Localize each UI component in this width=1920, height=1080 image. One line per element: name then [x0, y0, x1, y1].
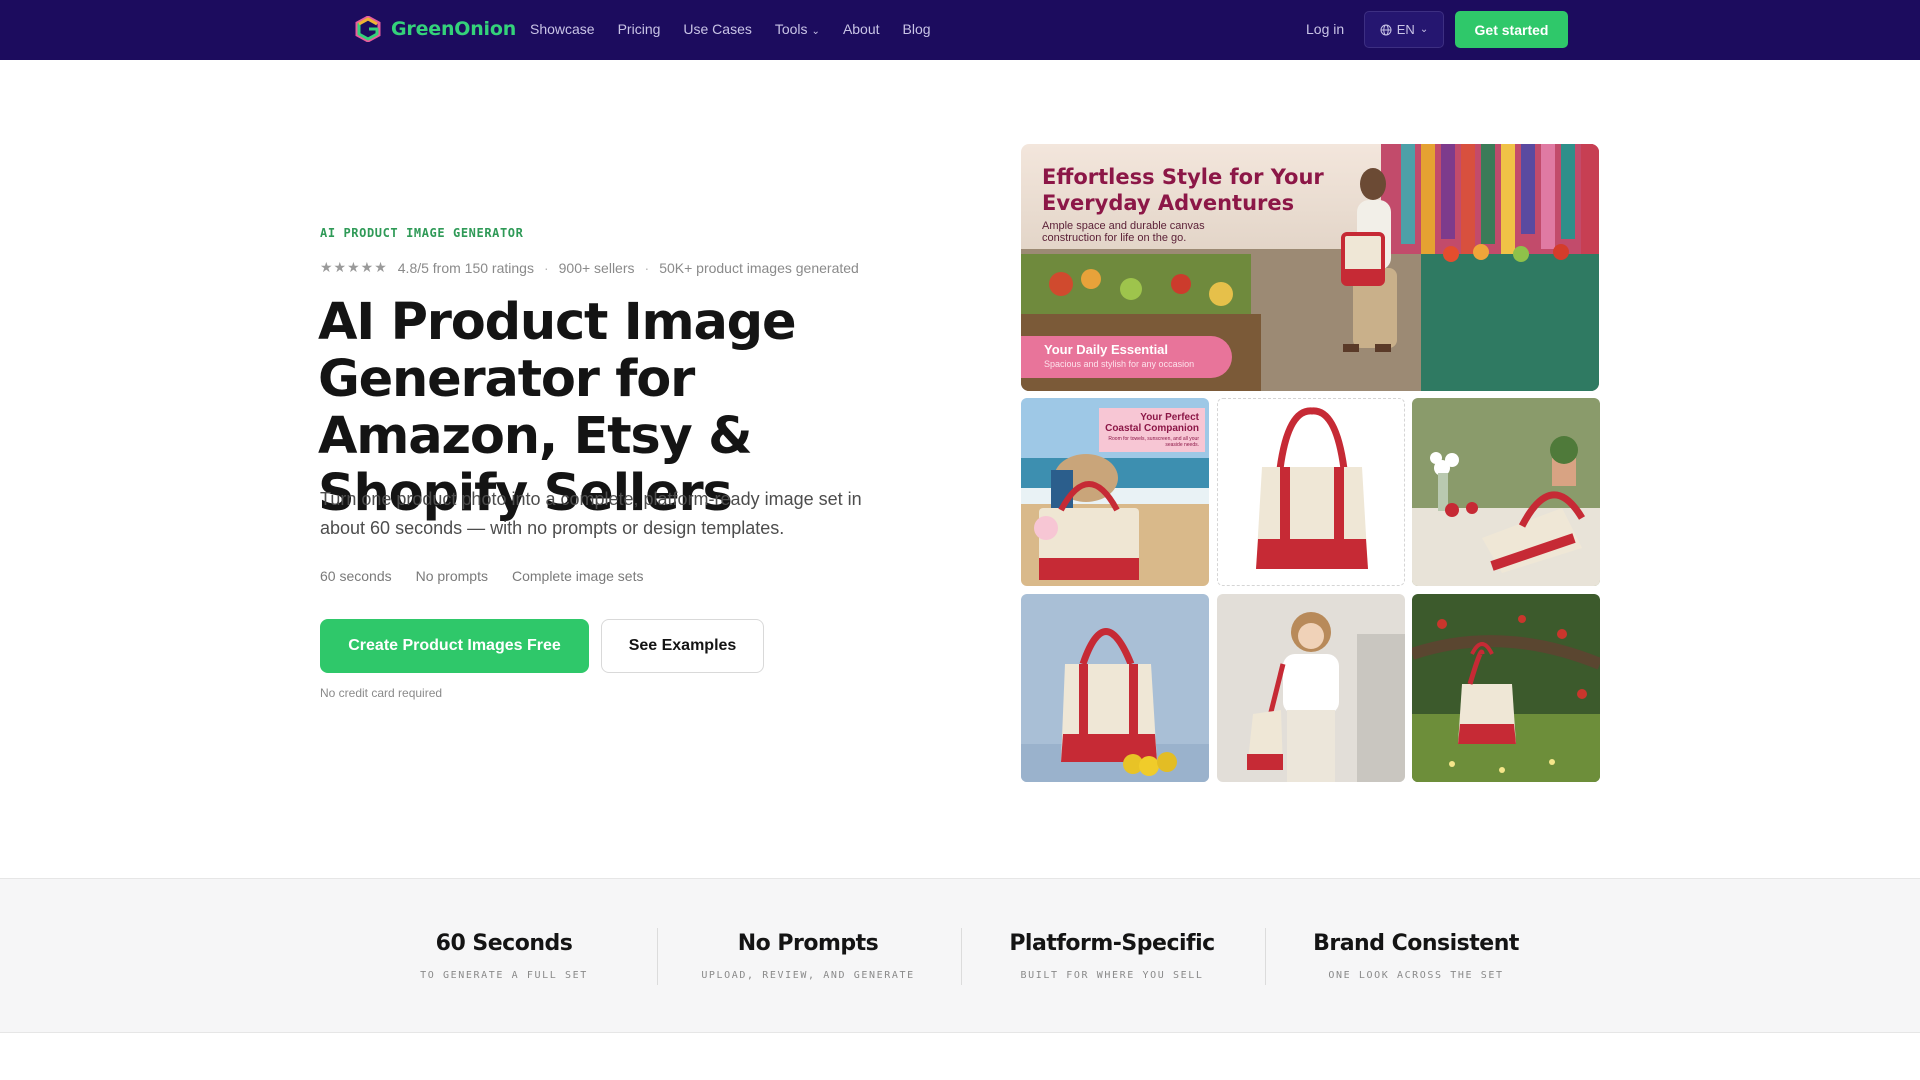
studio-scene-illustration	[1021, 594, 1209, 782]
globe-icon	[1380, 24, 1392, 35]
stat-title: Platform-Specific	[1009, 931, 1215, 956]
hero-subtitle: Turn one product photo into a complete, …	[320, 489, 862, 538]
model-tote-image	[1217, 594, 1405, 782]
coastal-caption-title: Your Perfect Coastal Companion	[1105, 412, 1199, 434]
images-generated-count: 50K+ product images generated	[659, 259, 859, 276]
create-product-images-button[interactable]: Create Product Images Free	[320, 619, 589, 673]
stat-title: No Prompts	[737, 931, 879, 956]
banner-subtitle: Ample space and durable canvas construct…	[1042, 220, 1205, 244]
lifestyle-banner-image: Effortless Style for Your Everyday Adven…	[1021, 144, 1599, 391]
table-tote-image	[1412, 398, 1600, 586]
nav-link-use-cases[interactable]: Use Cases	[683, 21, 751, 37]
model-scene-illustration	[1217, 594, 1405, 782]
stat-title: Brand Consistent	[1313, 931, 1519, 956]
plain-tote-image	[1217, 398, 1405, 586]
separator-dot: ·	[543, 259, 549, 276]
language-code: EN	[1396, 22, 1415, 37]
feature-chip: 60 seconds	[320, 568, 392, 584]
nav-links: Showcase Pricing Use Cases Tools ⌄ About …	[530, 21, 931, 37]
stats-strip: 60 Seconds TO GENERATE A FULL SET No Pro…	[0, 878, 1920, 1033]
tote-bag-illustration	[1218, 399, 1404, 585]
nav-link-blog[interactable]: Blog	[903, 21, 931, 37]
feature-chip: No prompts	[415, 568, 488, 584]
table-scene-illustration	[1412, 398, 1600, 586]
coastal-caption-box: Your Perfect Coastal Companion Room for …	[1099, 408, 1205, 452]
get-started-button[interactable]: Get started	[1455, 11, 1568, 48]
brand-name: GreenOnion	[391, 18, 517, 40]
coastal-caption-subtitle: Room for towels, sunscreen, and all your…	[1108, 436, 1199, 448]
banner-title: Effortless Style for Your Everyday Adven…	[1042, 165, 1324, 215]
nav-link-about[interactable]: About	[843, 21, 880, 37]
nav-link-pricing[interactable]: Pricing	[618, 21, 661, 37]
orchard-scene-illustration	[1412, 594, 1600, 782]
stat-title: 60 Seconds	[435, 931, 573, 956]
star-rating-icon: ★★★★★	[320, 259, 388, 275]
banner-pill: Your Daily Essential Spacious and stylis…	[1021, 336, 1232, 378]
nav-link-showcase[interactable]: Showcase	[530, 21, 595, 37]
sellers-count: 900+ sellers	[558, 259, 635, 276]
greenonion-logo-icon	[355, 16, 381, 42]
stat-subtitle: ONE LOOK ACROSS THE SET	[1328, 970, 1504, 981]
banner-pill-subtitle: Spacious and stylish for any occasion	[1044, 359, 1195, 369]
stat-subtitle: TO GENERATE A FULL SET	[420, 970, 588, 981]
no-credit-card-note: No credit card required	[320, 686, 443, 700]
separator-dot: ·	[644, 259, 650, 276]
studio-tote-image	[1021, 594, 1209, 782]
stat-subtitle: BUILT FOR WHERE YOU SELL	[1020, 970, 1204, 981]
language-selector[interactable]: EN ⌄	[1364, 11, 1444, 48]
orchard-tote-image	[1412, 594, 1600, 782]
social-proof-row: ★★★★★ 4.8/5 from 150 ratings · 900+ sell…	[320, 259, 859, 276]
see-examples-button[interactable]: See Examples	[601, 619, 764, 673]
login-link[interactable]: Log in	[1306, 21, 1344, 37]
banner-pill-title: Your Daily Essential	[1044, 342, 1169, 357]
stat-subtitle: UPLOAD, REVIEW, AND GENERATE	[701, 970, 915, 981]
nav-link-tools-label: Tools	[774, 21, 808, 37]
beach-tote-image: Your Perfect Coastal Companion Room for …	[1021, 398, 1209, 586]
chevron-down-icon: ⌄	[811, 26, 820, 37]
brand-logo[interactable]: GreenOnion	[355, 16, 516, 42]
feature-chip: Complete image sets	[511, 568, 644, 584]
top-navbar: GreenOnion Showcase Pricing Use Cases To…	[0, 0, 1920, 60]
banner-text-block: Effortless Style for Your Everyday Adven…	[1042, 164, 1352, 244]
nav-link-tools[interactable]: Tools ⌄	[775, 21, 820, 37]
hero-eyebrow: AI PRODUCT IMAGE GENERATOR	[320, 226, 524, 240]
rating-text: 4.8/5 from 150 ratings	[397, 259, 534, 276]
feature-chips: 60 seconds No prompts Complete image set…	[320, 568, 643, 584]
chevron-down-icon: ⌄	[1419, 24, 1429, 35]
